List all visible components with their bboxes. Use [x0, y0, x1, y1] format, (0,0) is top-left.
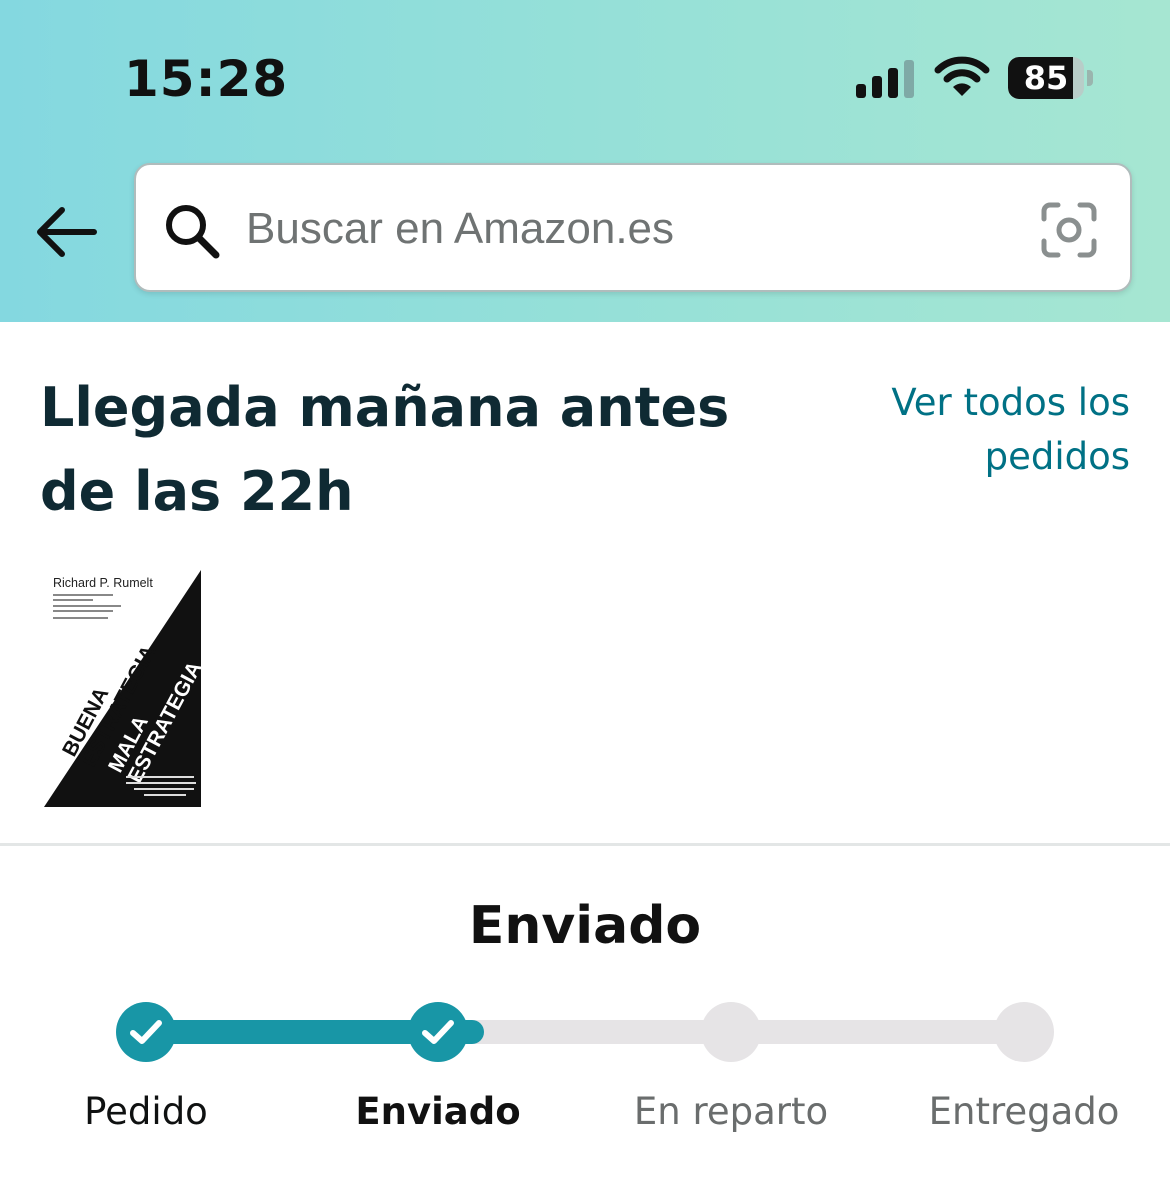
checkmark-icon — [130, 1020, 162, 1044]
book-author: Richard P. Rumelt — [53, 576, 153, 590]
step-node-pedido — [116, 1002, 176, 1062]
battery-percent: 85 — [1023, 59, 1069, 97]
wifi-icon — [934, 56, 990, 96]
shipment-status-heading: Enviado — [468, 896, 702, 956]
step-label-pedido: Pedido — [84, 1090, 208, 1133]
search-bar[interactable] — [134, 163, 1132, 292]
book-cover-art: Richard P. Rumelt BUENA ESTRATEGIA MALA … — [44, 570, 201, 807]
step-node-en-reparto — [701, 1002, 761, 1062]
checkmark-icon — [422, 1020, 454, 1044]
step-label-enviado: Enviado — [355, 1090, 521, 1133]
book-cover-image[interactable]: Richard P. Rumelt BUENA ESTRATEGIA MALA … — [44, 570, 201, 807]
step-label-en-reparto: En reparto — [633, 1090, 829, 1133]
app-header: 15:28 85 — [0, 0, 1170, 322]
step-node-enviado — [408, 1002, 468, 1062]
cellular-signal-icon — [856, 60, 914, 98]
search-input[interactable] — [246, 195, 1026, 263]
status-time: 15:28 — [124, 50, 289, 108]
step-label-entregado: Entregado — [928, 1090, 1120, 1133]
battery-cap — [1087, 70, 1093, 86]
view-all-orders-link[interactable]: Ver todos los pedidos — [800, 376, 1130, 484]
camera-scan-icon[interactable] — [1040, 201, 1098, 259]
arrival-title: Llegada mañana antes de las 22h — [40, 376, 730, 523]
section-divider — [0, 843, 1170, 846]
step-node-entregado — [994, 1002, 1054, 1062]
search-icon — [166, 205, 220, 259]
back-arrow-icon[interactable] — [30, 200, 100, 264]
battery-icon: 85 — [1008, 57, 1094, 99]
battery-body: 85 — [1008, 57, 1084, 99]
